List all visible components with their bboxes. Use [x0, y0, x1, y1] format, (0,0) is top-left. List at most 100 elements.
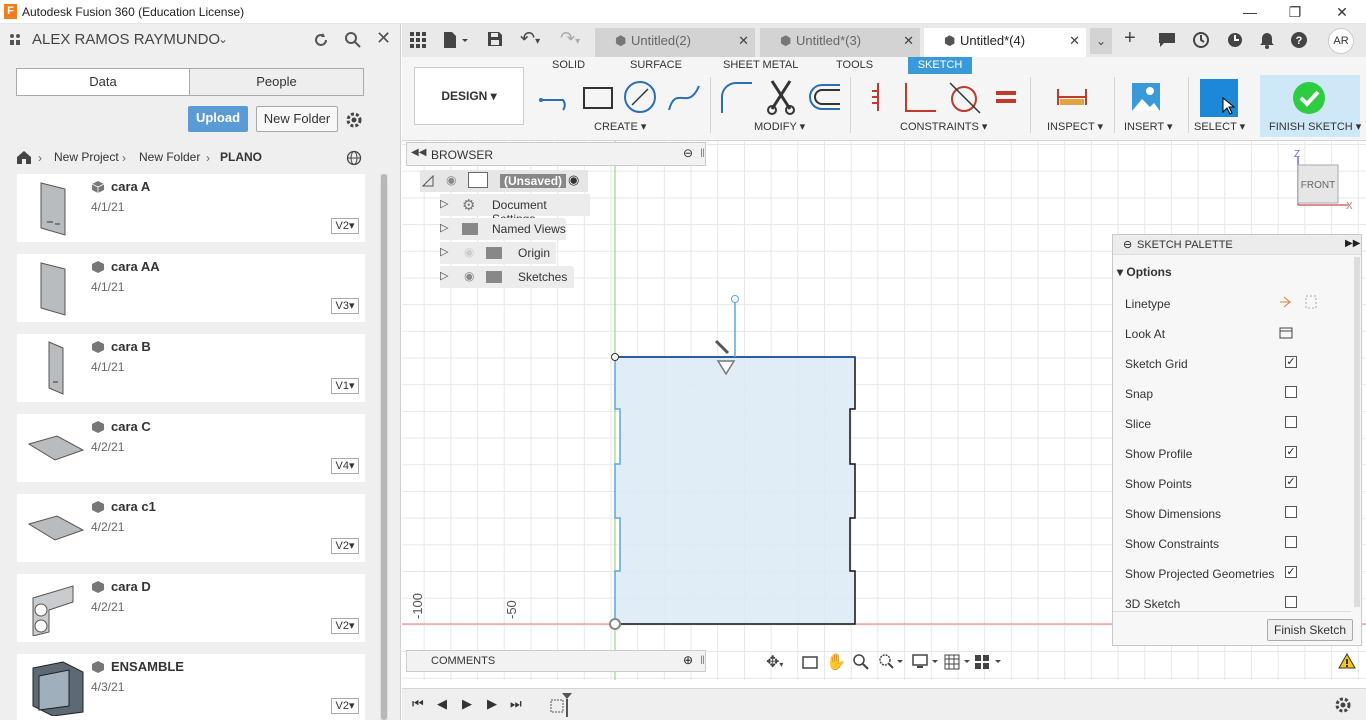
- file-name[interactable]: ENSAMBLE: [111, 659, 184, 674]
- expand-arrow-icon[interactable]: ▷: [440, 197, 448, 210]
- activate-radio-icon[interactable]: ◉: [568, 172, 579, 188]
- restore-icon[interactable]: ❐: [1283, 2, 1307, 22]
- save-icon[interactable]: [487, 31, 503, 47]
- file-name[interactable]: cara c1: [111, 499, 156, 514]
- redo-icon[interactable]: ↷▾: [560, 28, 580, 49]
- sketch-profile[interactable]: [615, 357, 855, 624]
- insert-image-icon[interactable]: [1130, 81, 1162, 113]
- browser-panel-header[interactable]: ◀◀ BROWSER ⊖ ‖: [406, 142, 706, 166]
- new-folder-button[interactable]: New Folder: [256, 106, 338, 132]
- warning-icon[interactable]: [1338, 653, 1356, 669]
- file-name[interactable]: cara C: [111, 419, 151, 434]
- close-tab-icon[interactable]: ✕: [738, 28, 749, 53]
- checkmark-icon[interactable]: [1292, 81, 1326, 115]
- close-tab-icon[interactable]: ✕: [1069, 28, 1080, 53]
- tab-tools[interactable]: TOOLS: [836, 59, 873, 71]
- show-constraints-checkbox[interactable]: [1285, 536, 1297, 548]
- chat-icon[interactable]: [1158, 32, 1176, 48]
- list-item[interactable]: cara A 4/1/21 V2▾: [17, 174, 365, 242]
- tab-sheet-metal[interactable]: SHEET METAL: [723, 59, 798, 71]
- minimize-browser-icon[interactable]: ⊖: [683, 146, 693, 160]
- chevron-down-icon[interactable]: ⌄: [218, 32, 228, 46]
- constraints-menu[interactable]: CONSTRAINTS ▾: [900, 120, 987, 133]
- linetype-icons[interactable]: [1278, 294, 1318, 310]
- rectangle-tool-icon[interactable]: [580, 82, 616, 114]
- tab-surface[interactable]: SURFACE: [630, 59, 682, 71]
- doc-tab-untitled-4[interactable]: Untitled*(4) ⬢ ✕: [924, 28, 1086, 57]
- tab-data[interactable]: Data: [16, 68, 190, 96]
- circle-tool-icon[interactable]: [622, 79, 658, 115]
- tab-solid[interactable]: SOLID: [552, 59, 585, 71]
- expand-arrow-icon[interactable]: ▷: [440, 245, 448, 258]
- eye-icon[interactable]: ◉: [446, 173, 456, 187]
- line-tool-icon[interactable]: [538, 82, 574, 114]
- version-badge[interactable]: V2▾: [331, 218, 359, 234]
- palette-scrollbar[interactable]: [1354, 257, 1360, 607]
- breadcrumb-folder[interactable]: New Folder: [139, 150, 200, 164]
- workspace-switcher[interactable]: DESIGN ▾: [414, 67, 524, 125]
- version-badge[interactable]: V2▾: [331, 618, 359, 634]
- options-section[interactable]: ▾ Options: [1117, 265, 1172, 279]
- version-badge[interactable]: V2▾: [331, 698, 359, 714]
- rotate-handle[interactable]: [714, 339, 730, 355]
- doc-tab-untitled-3[interactable]: Untitled*(3) ⬢ ✕: [760, 28, 920, 57]
- tree-item-origin[interactable]: ▷ ◉ Origin: [440, 242, 556, 264]
- tree-root[interactable]: ◉ (Unsaved) ◉: [420, 170, 588, 192]
- expand-palette-icon[interactable]: ▶▶: [1345, 238, 1360, 249]
- version-badge[interactable]: V2▾: [331, 538, 359, 554]
- hub-icon[interactable]: [9, 33, 25, 47]
- file-name[interactable]: cara D: [111, 579, 151, 594]
- insert-menu[interactable]: INSERT ▾: [1124, 120, 1173, 133]
- job-status-icon[interactable]: [1192, 31, 1210, 49]
- tree-item-sketches[interactable]: ▷ ◉ Sketches: [440, 266, 574, 288]
- look-at-icon[interactable]: [802, 655, 818, 669]
- display-settings-icon[interactable]: [912, 654, 940, 670]
- scrollbar-thumb[interactable]: [381, 174, 387, 720]
- finish-sketch-palette-button[interactable]: Finish Sketch: [1267, 619, 1353, 641]
- tangent-constraint-icon[interactable]: [946, 79, 982, 115]
- version-badge[interactable]: V3▾: [331, 298, 359, 314]
- orbit-icon[interactable]: ✥▾: [766, 652, 783, 672]
- palette-header[interactable]: ⊖ SKETCH PALETTE ▶▶: [1113, 235, 1361, 255]
- file-menu-icon[interactable]: [442, 31, 468, 49]
- grid-settings-icon[interactable]: [944, 654, 972, 670]
- close-tab-icon[interactable]: ✕: [903, 28, 914, 53]
- collapse-browser-icon[interactable]: ◀◀: [411, 147, 426, 158]
- eye-icon[interactable]: ◉: [464, 269, 474, 283]
- select-menu[interactable]: SELECT ▾: [1194, 120, 1245, 133]
- panel-grip-icon[interactable]: ‖: [700, 653, 705, 667]
- close-panel-icon[interactable]: ✕: [376, 28, 391, 49]
- sketch-timeline-feature-icon[interactable]: [548, 691, 576, 719]
- list-item[interactable]: cara AA 4/1/21 V3▾: [17, 254, 365, 322]
- tab-sketch[interactable]: SKETCH: [908, 57, 972, 74]
- tab-people[interactable]: People: [189, 68, 364, 96]
- coincident-constraint-icon[interactable]: [866, 81, 890, 113]
- undo-icon[interactable]: ↶▾: [520, 28, 540, 49]
- search-icon[interactable]: [344, 31, 362, 49]
- expand-arrow-icon[interactable]: ▷: [440, 269, 448, 282]
- sketch-grid-checkbox[interactable]: ✓: [1285, 356, 1297, 368]
- step-forward-icon[interactable]: ▶: [487, 696, 497, 712]
- list-item[interactable]: ENSAMBLE 4/3/21 V2▾: [17, 654, 365, 720]
- look-at-icon[interactable]: [1279, 325, 1293, 339]
- origin-point[interactable]: [609, 618, 621, 630]
- fit-zoom-icon[interactable]: [878, 653, 904, 671]
- step-back-icon[interactable]: ◀: [437, 696, 447, 712]
- tree-item-named-views[interactable]: ▷ Named Views: [440, 218, 566, 240]
- show-dimensions-checkbox[interactable]: [1285, 506, 1297, 518]
- upload-button[interactable]: Upload: [188, 106, 248, 132]
- version-badge[interactable]: V4▾: [331, 458, 359, 474]
- list-item[interactable]: cara c1 4/2/21 V2▾: [17, 494, 365, 562]
- play-icon[interactable]: ▶: [462, 696, 472, 712]
- modify-menu[interactable]: MODIFY ▾: [754, 120, 805, 133]
- offset-tool-icon[interactable]: [806, 81, 842, 113]
- tab-overflow-icon[interactable]: ⌄: [1090, 28, 1112, 54]
- doc-tab-untitled-2[interactable]: Untitled(2) ⬢ ✕: [595, 28, 755, 57]
- globe-icon[interactable]: [346, 150, 362, 166]
- scrollbar[interactable]: [380, 174, 388, 720]
- finish-sketch-menu[interactable]: FINISH SKETCH ▾: [1269, 120, 1361, 133]
- create-menu[interactable]: CREATE ▾: [594, 120, 646, 133]
- new-tab-icon[interactable]: +: [1124, 27, 1136, 50]
- home-icon[interactable]: [16, 150, 32, 164]
- minimize-palette-icon[interactable]: ⊖: [1123, 238, 1132, 251]
